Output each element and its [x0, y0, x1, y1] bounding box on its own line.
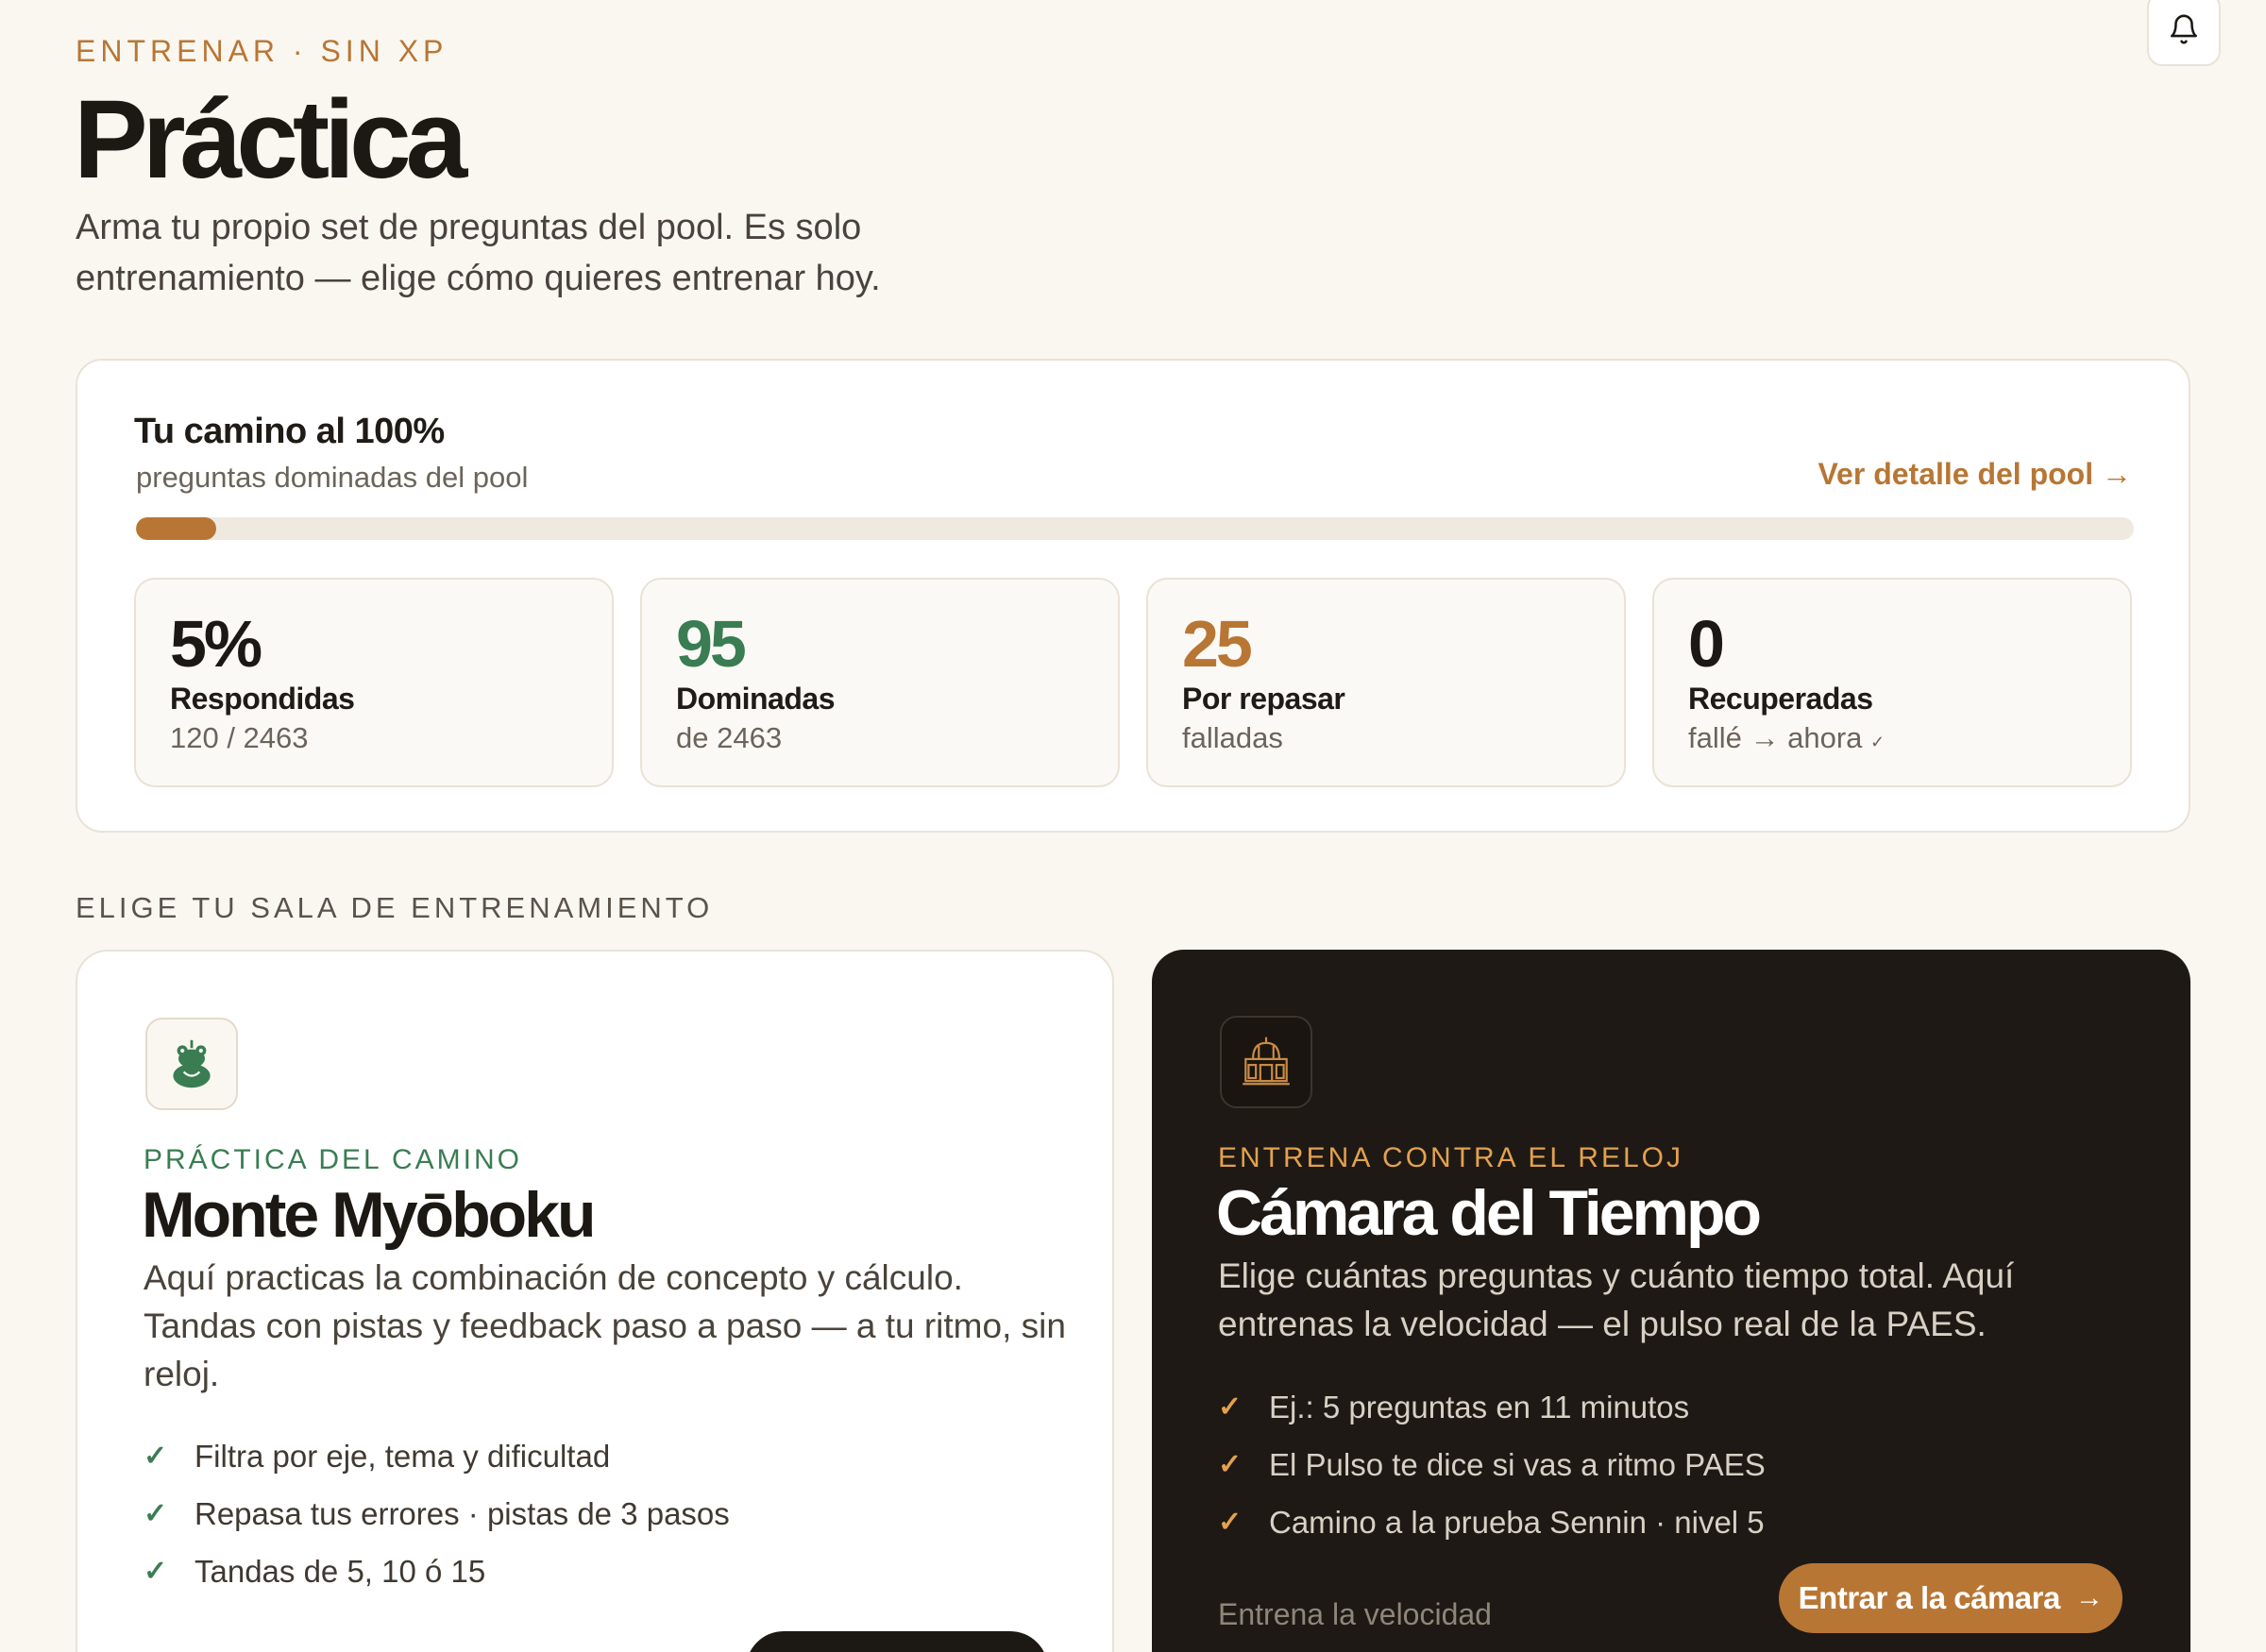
section-label: ELIGE TU SALA DE ENTRENAMIENTO: [76, 891, 714, 924]
stat-label: Por repasar: [1182, 682, 1345, 716]
pool-detail-link[interactable]: Ver detalle del pool →: [1818, 457, 2132, 492]
room-footer-text: Entrena la velocidad: [1218, 1597, 1492, 1631]
feature-item: ✓ Filtra por eje, tema y dificultad: [144, 1427, 730, 1485]
stat-value: 0: [1688, 607, 1725, 681]
check-icon: ✓: [144, 1556, 168, 1587]
stat-por-repasar: 25 Por repasar falladas: [1146, 578, 1626, 787]
room-card-camara[interactable]: ENTRENA CONTRA EL RELOJ Cámara del Tiemp…: [1152, 950, 2190, 1652]
room-eyebrow: ENTRENA CONTRA EL RELOJ: [1218, 1142, 1683, 1173]
room-description: Aquí practicas la combinación de concept…: [144, 1258, 1066, 1393]
feature-text: Repasa tus errores · pistas de 3 pasos: [194, 1495, 730, 1531]
check-icon: ✓: [1218, 1391, 1243, 1423]
bell-icon: [2170, 14, 2198, 44]
feature-text: El Pulso te dice si vas a ritmo PAES: [1269, 1446, 1766, 1482]
stat-sub: 120 / 2463: [170, 721, 309, 754]
room-card-camino[interactable]: PRÁCTICA DEL CAMINO Monte Myōboku Aquí p…: [76, 950, 1114, 1652]
feature-item: ✓ Ej.: 5 preguntas en 11 minutos: [1218, 1378, 1766, 1436]
stat-label: Dominadas: [676, 682, 835, 716]
check-icon: ✓: [1218, 1449, 1243, 1480]
room-eyebrow: PRÁCTICA DEL CAMINO: [144, 1144, 522, 1175]
stat-value: 5%: [170, 607, 262, 681]
feature-text: Camino a la prueba Sennin · nivel 5: [1269, 1504, 1765, 1540]
stat-sub: falladas: [1182, 721, 1283, 754]
stat-sub-text: fallé → ahora: [1688, 721, 1863, 754]
stat-recuperadas: 0 Recuperadas fallé → ahora ✓: [1652, 578, 2132, 787]
feature-item: ✓ Tandas de 5, 10 ó 15: [144, 1542, 730, 1600]
feature-item: ✓ Repasa tus errores · pistas de 3 pasos: [144, 1485, 730, 1542]
check-icon: ✓: [1870, 733, 1886, 751]
enter-chamber-button[interactable]: Entrar a la cámara →: [1779, 1563, 2122, 1633]
enter-chamber-label: Entrar a la cámara: [1798, 1580, 2061, 1615]
room-title: Monte Myōboku: [142, 1179, 597, 1251]
progress-bar-fill: [136, 517, 216, 540]
page-title: Práctica: [74, 77, 467, 202]
feature-text: Filtra por eje, tema y dificultad: [194, 1438, 611, 1474]
stat-label: Recuperadas: [1688, 682, 1873, 716]
notifications-button[interactable]: [2147, 0, 2221, 66]
stat-value: 25: [1182, 607, 1253, 681]
feature-text: Ej.: 5 preguntas en 11 minutos: [1269, 1389, 1690, 1424]
feature-list: ✓ Filtra por eje, tema y dificultad ✓ Repa…: [144, 1427, 730, 1600]
page-subtitle: Arma tu propio set de preguntas del pool…: [76, 208, 881, 298]
stat-sub: fallé → ahora ✓: [1688, 721, 1885, 755]
stat-respondidas: 5% Respondidas 120 / 2463: [134, 578, 614, 787]
toad-sage-icon: [145, 1018, 238, 1110]
check-icon: ✓: [1218, 1507, 1243, 1538]
feature-item: ✓ Camino a la prueba Sennin · nivel 5: [1218, 1493, 1766, 1551]
progress-title: Tu camino al 100%: [134, 412, 445, 451]
feature-list: ✓ Ej.: 5 preguntas en 11 minutos ✓ El Puls…: [1218, 1378, 1766, 1551]
stat-value: 95: [676, 607, 747, 681]
feature-text: Tandas de 5, 10 ó 15: [194, 1553, 486, 1589]
room-title: Cámara del Tiempo: [1216, 1177, 1762, 1249]
camino-cta-button[interactable]: [746, 1631, 1048, 1652]
page-eyebrow: ENTRENAR · SIN XP: [76, 34, 448, 68]
stat-dominadas: 95 Dominadas de 2463: [640, 578, 1120, 787]
stat-sub: de 2463: [676, 721, 783, 754]
arrow-right-icon: →: [2074, 1582, 2104, 1613]
progress-subtitle: preguntas dominadas del pool: [136, 461, 529, 494]
stat-label: Respondidas: [170, 682, 355, 716]
feature-item: ✓ El Pulso te dice si vas a ritmo PAES: [1218, 1436, 1766, 1493]
time-chamber-icon: [1220, 1016, 1312, 1108]
check-icon: ✓: [144, 1498, 168, 1529]
check-icon: ✓: [144, 1441, 168, 1472]
progress-card: Tu camino al 100% preguntas dominadas de…: [76, 359, 2190, 833]
progress-bar: [136, 517, 2134, 540]
room-description: Elige cuántas preguntas y cuánto tiempo …: [1218, 1256, 2015, 1343]
